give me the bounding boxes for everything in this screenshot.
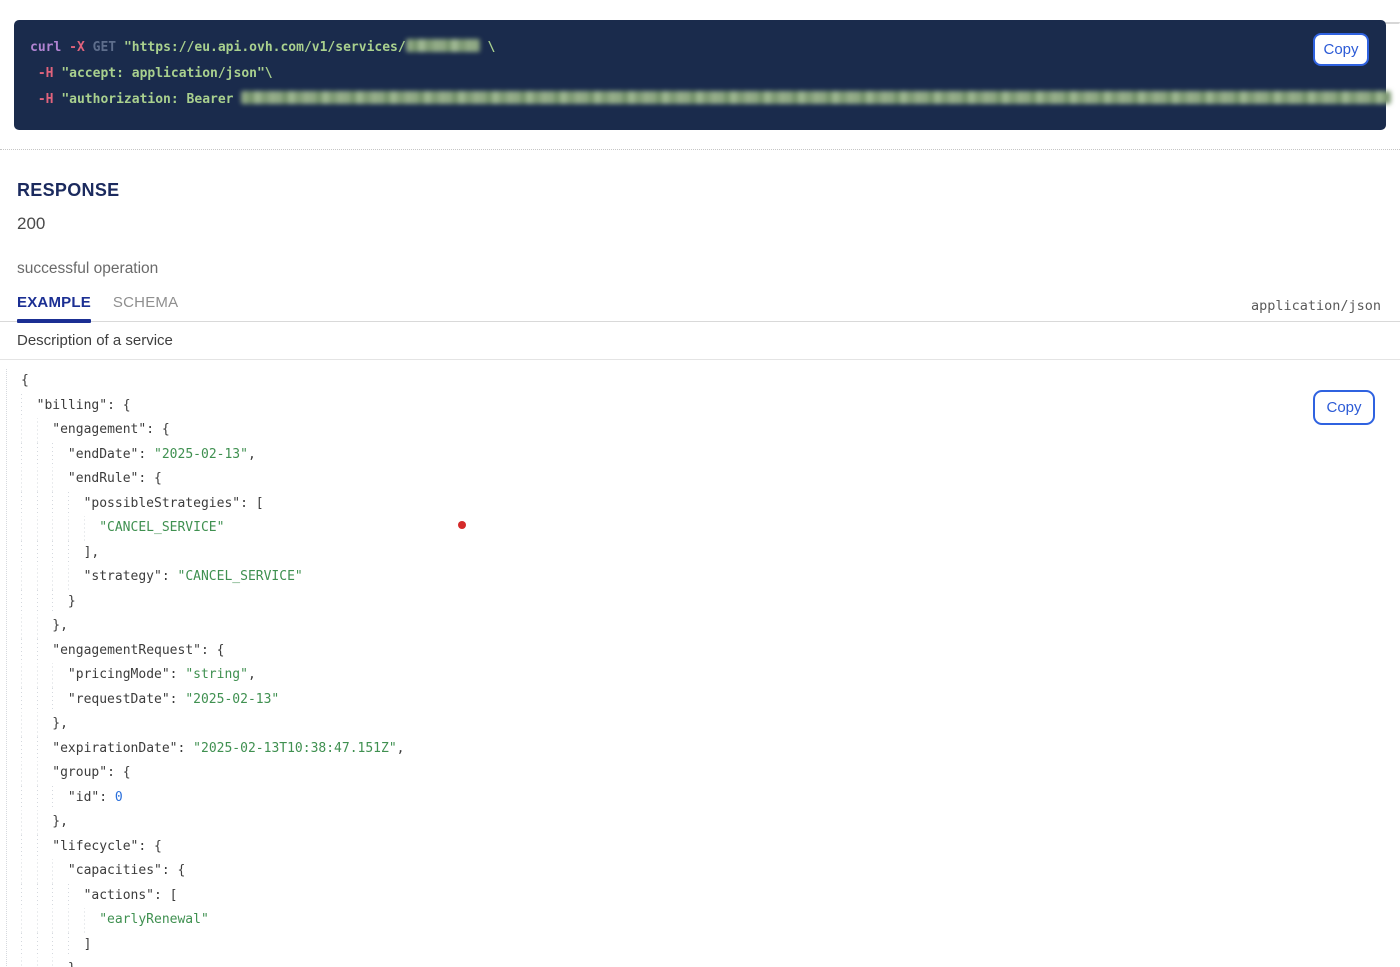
tab-example[interactable]: EXAMPLE [17,294,91,321]
curl-request-block: curl -X GET "https://eu.api.ovh.com/v1/s… [14,20,1386,130]
response-example-code: { "billing": { "engagement": { "endDate"… [6,369,1400,967]
active-tab-underline [17,319,91,323]
copy-curl-button[interactable]: Copy [1313,33,1369,66]
redacted-bearer-token [241,91,1391,104]
copy-response-button[interactable]: Copy [1313,390,1375,425]
cursor-red-dot [458,521,466,529]
status-code: 200 [17,214,1383,234]
tab-schema[interactable]: SCHEMA [113,294,178,321]
status-text: successful operation [17,260,1383,278]
redacted-service-id [406,39,480,52]
response-description: Description of a service [0,322,1400,360]
response-example-section: { "billing": { "engagement": { "endDate"… [0,369,1400,967]
content-type-label: application/json [1251,298,1381,321]
curl-code: curl -X GET "https://eu.api.ovh.com/v1/s… [30,35,1386,113]
response-tabs: EXAMPLE SCHEMA application/json [0,294,1400,322]
dotted-separator [0,149,1400,150]
response-heading: RESPONSE [17,180,1383,201]
api-console-page: curl -X GET "https://eu.api.ovh.com/v1/s… [0,20,1400,967]
